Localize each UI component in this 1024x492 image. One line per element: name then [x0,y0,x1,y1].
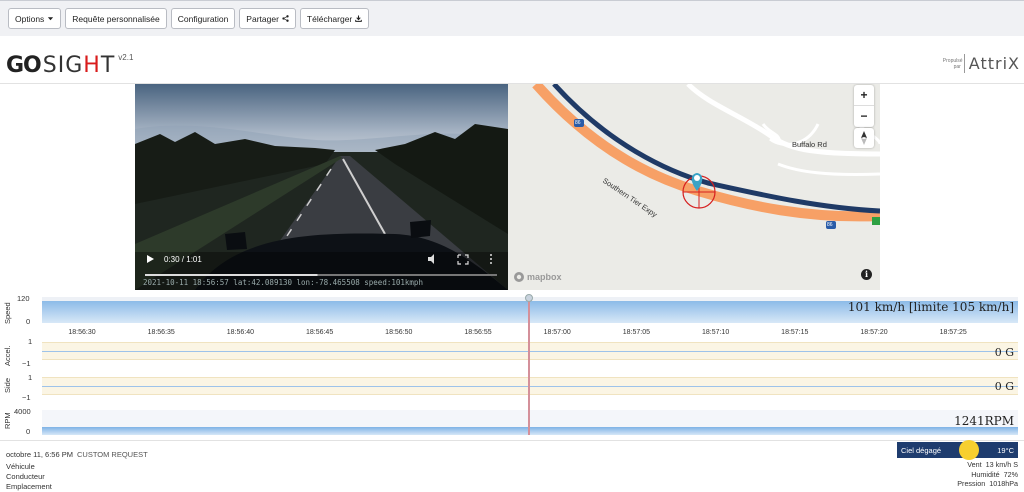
weather-temp: 19°C [997,446,1014,455]
brand-header: GO SIGHT v2.1 Propulsé par AttriX [0,36,1024,84]
rpm-readout: 1241RPM [954,414,1014,428]
video-time: 0:30 / 1:01 [164,255,202,264]
dashcam-video[interactable]: 0:30 / 1:01 2021-10-11 18:56:57 lat:42.0… [135,84,508,290]
pressure-label: Pression [957,479,986,488]
sun-icon [959,440,979,460]
more-options-icon[interactable] [490,254,492,264]
highway-shield-1: 86 [575,120,581,126]
download-button[interactable]: Télécharger [299,8,370,29]
speed-max-tick: 120 [17,294,30,303]
accel-axis-label: Accel. [3,345,12,366]
side-axis-label: Side [3,377,12,393]
driver-label: Conducteur [6,472,45,481]
partner-logo: AttriX [963,54,1020,73]
caret-down-icon [48,17,54,21]
x-tick-label: 18:57:10 [701,329,730,336]
location-label: Emplacement [6,482,52,491]
rpm-max-tick: 4000 [14,407,31,416]
mapbox-logo-icon [514,272,524,282]
x-tick-label: 18:56:45 [305,329,334,336]
logo-word-post: T [100,53,116,78]
pressure-value: 1018hPa [989,479,1018,488]
time-cursor-handle[interactable] [525,294,533,302]
x-tick-label: 18:56:35 [147,329,175,336]
weather-banner: Ciel dégagé 19°C [897,440,1018,460]
highway-shield-2: 86 [827,222,833,228]
compass-icon [861,131,867,145]
custom-request-label: Requête personnalisée [72,13,160,24]
wind-label: Vent [967,460,982,469]
powered-by: Propulsé par AttriX [943,54,1020,73]
x-tick-label: 18:57:00 [543,329,571,336]
side-baseline [42,386,1018,387]
rpm-fill [42,427,1018,435]
share-label: Partager [246,13,279,24]
x-tick-label: 18:57:25 [939,329,967,336]
download-icon [355,15,363,22]
event-datetime: octobre 11, 6:56 PM [6,450,73,459]
configuration-label: Configuration [177,13,229,24]
powered-by-text: Propulsé par [942,57,963,70]
accel-max-tick: 1 [28,337,33,346]
x-tick-label: 18:56:30 [68,329,96,336]
gosight-logo: GO SIGHT v2.1 [6,48,133,78]
side-max-tick: 1 [28,373,33,382]
x-tick-label: 18:56:40 [226,329,255,336]
x-tick-label: 18:56:50 [385,329,413,336]
trip-info: octobre 11, 6:56 PM CUSTOM REQUEST Véhicu… [6,450,148,492]
accel-min-tick: −1 [22,359,31,368]
toolbar: Options Requête personnalisée Configurat… [0,0,1024,36]
weather-stats: Vent 13 km/h S Humidité 72% Pression 101… [957,460,1018,489]
speed-axis-label: Speed [3,302,12,324]
map-panel[interactable]: Southern Tier Expy Buffalo Rd 86 86 + − … [508,84,880,290]
vehicle-label: Véhicule [6,462,35,471]
side-min-tick: −1 [22,393,31,402]
humidity-value: 72% [1003,469,1018,479]
options-button[interactable]: Options [8,8,62,29]
mapbox-attribution[interactable]: mapbox [527,272,562,282]
compass-button[interactable] [854,128,874,148]
speed-readout: 101 km/h [limite 105 km/h] [847,300,1014,314]
zoom-controls: + − [854,85,874,127]
time-cursor[interactable] [528,296,530,435]
map-info-button[interactable]: i [861,269,872,280]
x-tick-label: 18:56:55 [464,329,492,336]
logo-word-pre: SIG [42,53,84,78]
share-icon [282,15,289,22]
event-type: CUSTOM REQUEST [76,450,148,459]
logo-word-mid: H [83,53,101,78]
share-button[interactable]: Partager [239,8,296,29]
side-readout: 0 G [994,380,1014,393]
zoom-out-button[interactable]: − [854,106,874,127]
rpm-min-tick: 0 [26,427,31,436]
configuration-button[interactable]: Configuration [170,8,236,29]
trip-footer: octobre 11, 6:56 PM CUSTOM REQUEST Véhicu… [0,440,1024,492]
weather-condition: Ciel dégagé [901,446,942,455]
telemetry-charts[interactable]: Speed 120 0 101 km/h [limite 105 km/h] 1… [0,293,1024,437]
logo-wordmark: SIGHT [43,53,116,78]
speed-min-tick: 0 [26,317,31,326]
x-tick-label: 18:57:20 [860,329,888,336]
app-version: v2.1 [118,53,134,62]
download-label: Télécharger [306,13,353,24]
x-tick-label: 18:57:05 [622,329,651,336]
map-street-label: Buffalo Rd [792,140,827,149]
wind-value: 13 km/h S [985,460,1018,469]
options-label: Options [15,13,45,24]
zoom-in-button[interactable]: + [854,85,874,106]
custom-request-button[interactable]: Requête personnalisée [65,8,167,29]
powered-by-line-2: par [953,63,961,70]
accel-readout: 0 G [994,346,1014,359]
video-progress-fill [145,274,318,276]
info-icon: i [864,269,869,279]
powered-by-line-1: Propulsé [942,57,963,64]
accel-baseline [42,351,1018,352]
video-overlay-text: 2021-10-11 18:56:57 lat:42.089130 lon:-7… [143,278,423,287]
x-tick-label: 18:57:15 [781,329,809,336]
map-canvas [508,84,880,290]
rpm-axis-label: RPM [3,412,12,429]
humidity-label: Humidité [971,469,1000,479]
logo-mark: GO [6,53,42,78]
